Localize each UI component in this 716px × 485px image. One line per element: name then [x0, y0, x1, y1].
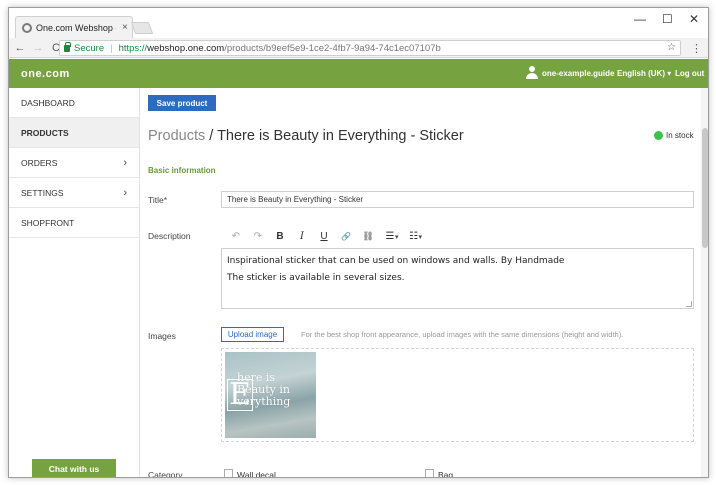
description-line: Inspirational sticker that can be used o…: [227, 256, 565, 266]
chevron-down-icon[interactable]: ▾: [395, 233, 399, 241]
link-icon[interactable]: 🔗: [335, 232, 357, 241]
unlink-icon[interactable]: ⛓: [357, 231, 379, 242]
category-label: Category: [148, 470, 183, 478]
secure-label: Secure: [74, 42, 105, 54]
save-product-button[interactable]: Save product: [148, 95, 216, 111]
description-label: Description: [148, 231, 191, 241]
bookmark-star-icon[interactable]: ☆: [667, 42, 676, 53]
title-label: Title*: [148, 195, 168, 205]
favicon-icon: [22, 22, 32, 33]
browser-tab[interactable]: One.com Webshop - Up ×: [15, 16, 133, 38]
category-label-wall-decal: Wall decal: [237, 470, 276, 478]
sidebar-item-label: DASHBOARD: [21, 97, 75, 108]
sidebar-item-shopfront[interactable]: SHOPFRONT: [9, 208, 139, 238]
sidebar-item-settings[interactable]: SETTINGS ›: [9, 178, 139, 208]
chevron-right-icon: ›: [123, 156, 127, 169]
user-icon: [526, 66, 538, 80]
browser-window: One.com Webshop - Up × — ☐ ✕ ← → C Secur…: [8, 7, 709, 478]
user-menu[interactable]: one-example.guide: [542, 69, 614, 78]
minimize-icon[interactable]: —: [634, 12, 646, 26]
resize-handle-icon[interactable]: [686, 301, 692, 307]
stock-status: In stock: [654, 131, 694, 140]
editor-toolbar: ↶ ↷ B I U 🔗 ⛓ ☰ ▾ ☷ ▾: [225, 231, 426, 242]
upload-image-button[interactable]: Upload image: [221, 327, 284, 342]
italic-button[interactable]: I: [291, 231, 313, 242]
sidebar: DASHBOARD PRODUCTS ORDERS › SETTINGS › S…: [9, 88, 140, 477]
address-bar[interactable]: Secure | https:// webshop.one.com /produ…: [59, 40, 681, 56]
chat-button[interactable]: Chat with us: [32, 459, 116, 477]
scrollbar-thumb[interactable]: [702, 128, 708, 248]
tab-close-icon[interactable]: ×: [122, 22, 128, 33]
sidebar-item-label: ORDERS: [21, 157, 58, 168]
maximize-icon[interactable]: ☐: [662, 12, 673, 26]
url-scheme: https://: [118, 42, 148, 54]
status-dot-icon: [654, 131, 663, 140]
title-input[interactable]: There is Beauty in Everything - Sticker: [221, 191, 694, 208]
bold-button[interactable]: B: [269, 231, 291, 242]
chevron-right-icon: ›: [123, 186, 127, 199]
upload-hint: For the best shop front appearance, uplo…: [301, 330, 624, 339]
sidebar-item-products[interactable]: PRODUCTS: [9, 118, 139, 148]
undo-icon[interactable]: ↶: [225, 231, 247, 242]
breadcrumb-products[interactable]: Products: [148, 128, 205, 144]
new-tab-button[interactable]: [130, 22, 154, 34]
category-checkbox-wall-decal[interactable]: [224, 469, 233, 477]
url-separator: |: [110, 42, 113, 54]
tab-title: One.com Webshop - Up: [36, 22, 116, 33]
chevron-down-icon[interactable]: ▾: [419, 233, 423, 241]
description-editor[interactable]: Inspirational sticker that can be used o…: [221, 248, 694, 309]
stock-status-label: In stock: [666, 131, 694, 140]
product-image[interactable]: E here is Beauty in verything: [225, 352, 316, 438]
browser-menu-icon[interactable]: ⋮: [691, 42, 702, 55]
sidebar-item-label: SHOPFRONT: [21, 217, 75, 228]
close-icon[interactable]: ✕: [689, 12, 699, 26]
breadcrumb-separator: /: [205, 128, 218, 144]
app-header: one.com one-example.guide English (UK) ▾…: [9, 59, 708, 88]
back-icon[interactable]: ←: [13, 42, 27, 54]
sidebar-item-orders[interactable]: ORDERS ›: [9, 148, 139, 178]
section-title: Basic information: [148, 166, 216, 175]
sidebar-item-label: SETTINGS: [21, 187, 64, 198]
browser-navbar: ← → C Secure | https:// webshop.one.com …: [9, 38, 708, 58]
underline-button[interactable]: U: [313, 231, 335, 242]
sidebar-item-label: PRODUCTS: [21, 127, 69, 138]
logout-link[interactable]: Log out: [675, 69, 704, 78]
language-selector[interactable]: English (UK) ▾: [617, 69, 671, 78]
url-host: webshop.one.com: [147, 42, 225, 54]
category-label-bag: Bag: [438, 470, 454, 478]
logo[interactable]: one.com: [21, 68, 70, 80]
url-path: /products/b9eef5e9-1ce2-4fb7-9a94-74c1ec…: [224, 42, 441, 54]
product-image-text: here is Beauty in verything: [237, 372, 290, 408]
redo-icon[interactable]: ↷: [247, 231, 269, 242]
image-dropzone[interactable]: E here is Beauty in verything: [221, 348, 694, 442]
forward-icon[interactable]: →: [31, 42, 45, 54]
description-line: The sticker is available in several size…: [227, 273, 405, 283]
images-label: Images: [148, 331, 176, 341]
product-title-heading: There is Beauty in Everything - Sticker: [217, 128, 464, 144]
browser-titlebar: One.com Webshop - Up × — ☐ ✕: [9, 8, 708, 38]
product-editor: Save product Products / There is Beauty …: [141, 88, 701, 478]
sidebar-item-dashboard[interactable]: DASHBOARD: [9, 88, 139, 118]
product-image-line: verything: [237, 395, 291, 408]
main-scrollbar[interactable]: [701, 88, 708, 477]
page-title: Products / There is Beauty in Everything…: [148, 128, 464, 144]
category-checkbox-bag[interactable]: [425, 469, 434, 477]
lock-icon: [64, 41, 71, 52]
